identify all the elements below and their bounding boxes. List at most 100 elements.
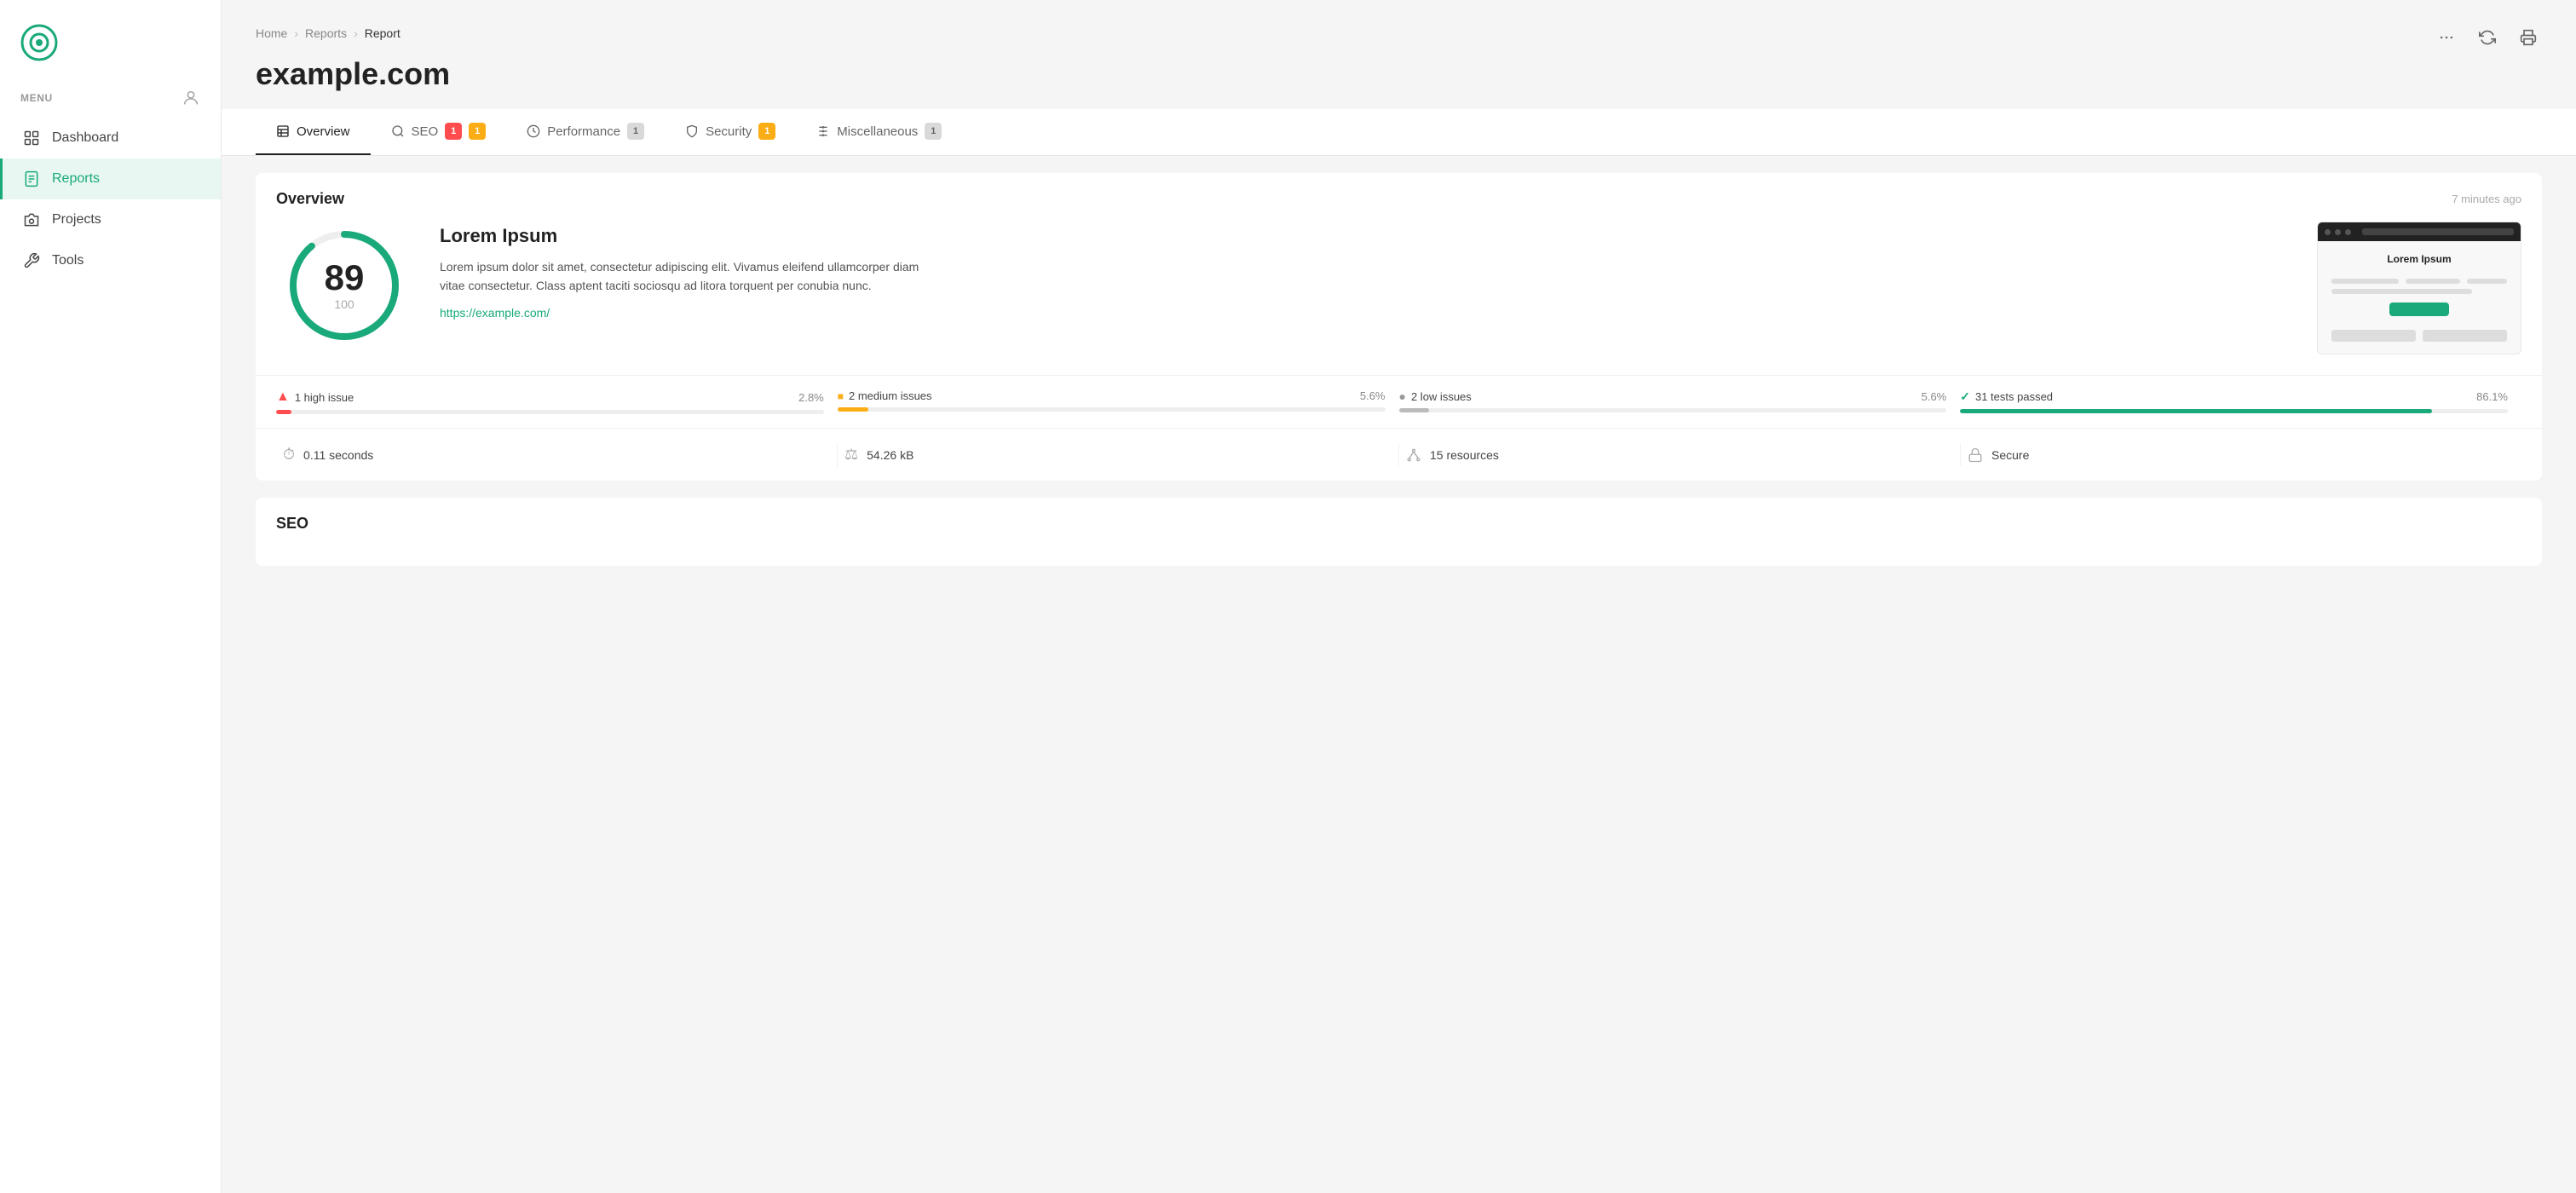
performance-badge: 1	[627, 123, 644, 140]
content-area: Overview 7 minutes ago	[222, 156, 2576, 617]
stats-row: ⏱ 0.11 seconds ⚖ 54.26 kB 15 resources	[256, 428, 2542, 481]
more-options-icon	[2438, 29, 2455, 46]
reports-icon	[23, 170, 40, 187]
seo-card: SEO	[256, 498, 2542, 566]
overview-body: 89 100 Lorem Ipsum Lorem ipsum dolor sit…	[256, 222, 2542, 375]
menu-label-area: MENU	[0, 82, 221, 118]
seo-badge-yellow: 1	[469, 123, 486, 140]
stat-resources: 15 resources	[1398, 444, 1960, 466]
thumb-dot-2	[2335, 229, 2341, 235]
projects-icon	[23, 211, 40, 228]
header-actions	[2433, 24, 2542, 51]
page-title: example.com	[256, 56, 2542, 92]
dashboard-icon	[23, 130, 40, 147]
tab-performance[interactable]: Performance 1	[506, 109, 665, 155]
stat-time: ⏱ 0.11 seconds	[276, 442, 837, 467]
issue-medium-label-row: ■ 2 medium issues 5.6%	[838, 389, 1386, 402]
security-tab-icon	[685, 124, 699, 138]
passed-issue-bar-wrap	[1960, 409, 2508, 413]
main-content: Home › Reports › Report	[222, 0, 2576, 1193]
breadcrumb-sep-2: ›	[354, 26, 358, 40]
high-issue-pct: 2.8%	[798, 391, 824, 404]
medium-issue-bar-wrap	[838, 407, 1386, 412]
thumb-line-1a	[2331, 279, 2399, 284]
more-options-button[interactable]	[2433, 24, 2460, 51]
preview-thumbnail: Lorem Ipsum	[2317, 222, 2521, 354]
tab-security-label: Security	[706, 124, 752, 139]
score-text: 89 100	[325, 260, 365, 311]
stat-size: ⚖ 54.26 kB	[837, 442, 1398, 467]
tab-overview[interactable]: Overview	[256, 109, 371, 155]
breadcrumb-reports[interactable]: Reports	[305, 26, 347, 40]
thumb-browser-bar	[2318, 222, 2521, 241]
app-logo-icon	[20, 24, 58, 61]
issue-passed: ✓ 31 tests passed 86.1%	[1960, 389, 2521, 413]
issues-row: ▲ 1 high issue 2.8% ■ 2 medium issue	[256, 375, 2542, 428]
overview-card-header: Overview 7 minutes ago	[256, 173, 2542, 222]
issue-passed-label-row: ✓ 31 tests passed 86.1%	[1960, 389, 2508, 404]
passed-issue-text: 31 tests passed	[1975, 390, 2053, 403]
thumb-cta-button	[2389, 303, 2449, 316]
refresh-button[interactable]	[2474, 24, 2501, 51]
thumb-line-row-1	[2331, 279, 2507, 284]
thumb-footer-block-2	[2423, 330, 2507, 342]
issue-medium: ■ 2 medium issues 5.6%	[838, 389, 1399, 412]
stat-secure: Secure	[1960, 444, 2521, 466]
tab-miscellaneous-label: Miscellaneous	[837, 124, 918, 139]
high-issue-bar-wrap	[276, 410, 824, 414]
sidebar-item-tools[interactable]: Tools	[0, 240, 221, 281]
tab-seo[interactable]: SEO 1 1	[371, 109, 507, 155]
sidebar-item-reports[interactable]: Reports	[0, 158, 221, 199]
high-issue-icon: ▲	[276, 389, 290, 405]
score-max: 100	[325, 297, 365, 311]
menu-label: MENU	[20, 92, 53, 104]
low-issue-bar-wrap	[1399, 408, 1947, 412]
thumb-footer-block-1	[2331, 330, 2416, 342]
breadcrumb-home[interactable]: Home	[256, 26, 287, 40]
secure-icon	[1968, 447, 1983, 463]
tab-overview-label: Overview	[297, 124, 350, 139]
tab-miscellaneous[interactable]: Miscellaneous 1	[796, 109, 962, 155]
seo-card-header: SEO	[256, 498, 2542, 546]
medium-issue-text: 2 medium issues	[849, 389, 932, 402]
issue-low-label-row: ● 2 low issues 5.6%	[1399, 389, 1947, 403]
overview-url[interactable]: https://example.com/	[440, 306, 550, 320]
time-icon: ⏱	[283, 446, 295, 464]
breadcrumb-current: Report	[365, 26, 401, 40]
passed-issue-bar	[1960, 409, 2431, 413]
thumb-dot-3	[2345, 229, 2351, 235]
sidebar-item-dashboard[interactable]: Dashboard	[0, 118, 221, 158]
tab-security[interactable]: Security 1	[665, 109, 796, 155]
issue-passed-label: ✓ 31 tests passed	[1960, 389, 2053, 404]
sidebar-item-projects[interactable]: Projects	[0, 199, 221, 240]
thumb-address-bar	[2362, 228, 2514, 235]
overview-description: Lorem ipsum dolor sit amet, consectetur …	[440, 257, 934, 296]
miscellaneous-badge: 1	[925, 123, 942, 140]
passed-issue-icon: ✓	[1960, 389, 1970, 404]
high-issue-text: 1 high issue	[295, 391, 354, 404]
thumb-body: Lorem Ipsum	[2318, 241, 2521, 354]
issue-low: ● 2 low issues 5.6%	[1399, 389, 1961, 412]
passed-issue-pct: 86.1%	[2476, 390, 2508, 403]
sidebar-item-projects-label: Projects	[52, 212, 101, 228]
issue-high-label-row: ▲ 1 high issue 2.8%	[276, 389, 824, 405]
sidebar-item-reports-label: Reports	[52, 171, 100, 187]
sidebar-nav: Dashboard Reports Projects Tools	[0, 118, 221, 281]
high-issue-bar	[276, 410, 291, 414]
thumb-footer	[2331, 330, 2507, 342]
stat-time-label: 0.11 seconds	[303, 448, 373, 462]
tabs-bar: Overview SEO 1 1 Performance 1 Security …	[222, 109, 2576, 156]
issue-high-label: ▲ 1 high issue	[276, 389, 354, 405]
print-button[interactable]	[2515, 24, 2542, 51]
logo-area	[0, 0, 221, 82]
overview-card: Overview 7 minutes ago	[256, 173, 2542, 481]
print-icon	[2520, 29, 2537, 46]
overview-site-name: Lorem Ipsum	[440, 225, 2290, 247]
miscellaneous-tab-icon	[816, 124, 830, 138]
low-issue-text: 2 low issues	[1411, 390, 1472, 403]
thumb-site-title: Lorem Ipsum	[2331, 253, 2507, 265]
score-circle-wrap: 89 100	[276, 222, 412, 349]
thumb-dot-1	[2325, 229, 2331, 235]
stat-size-label: 54.26 kB	[867, 448, 913, 462]
seo-tab-icon	[391, 124, 405, 138]
